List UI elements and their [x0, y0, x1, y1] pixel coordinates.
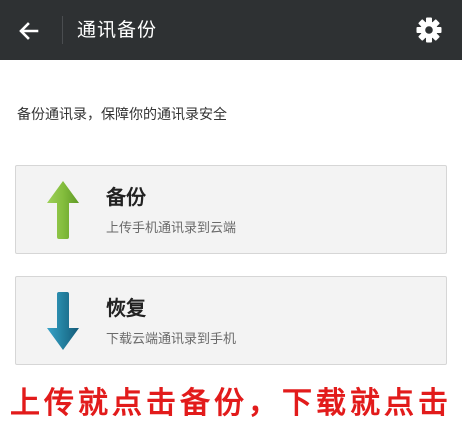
- annotation-caption: 上传就点击备份，下载就点击: [10, 386, 452, 421]
- restore-button[interactable]: 恢复 下载云端通讯录到手机: [15, 276, 447, 365]
- gear-icon: [416, 17, 442, 43]
- backup-title: 备份: [106, 185, 146, 209]
- arrow-up-icon: [47, 181, 79, 239]
- header-divider: [62, 16, 63, 44]
- restore-subtitle: 下载云端通讯录到手机: [106, 332, 237, 347]
- arrow-left-icon: [19, 22, 39, 40]
- restore-title: 恢复: [106, 296, 146, 320]
- back-button[interactable]: [12, 14, 46, 48]
- description-text: 备份通讯录，保障你的通讯录安全: [17, 107, 227, 123]
- page-title: 通讯备份: [77, 19, 158, 41]
- backup-button[interactable]: 备份 上传手机通讯录到云端: [15, 165, 447, 254]
- backup-subtitle: 上传手机通讯录到云端: [106, 221, 237, 236]
- top-app-bar: 通讯备份: [0, 0, 462, 60]
- settings-button[interactable]: [412, 13, 446, 47]
- arrow-down-icon: [47, 292, 79, 350]
